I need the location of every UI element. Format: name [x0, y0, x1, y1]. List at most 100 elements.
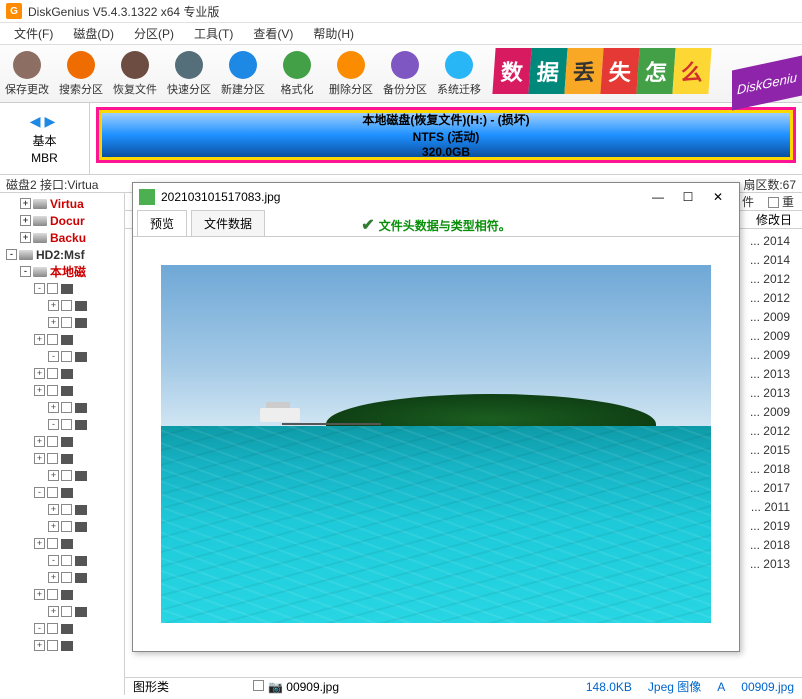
- tree-view[interactable]: +Virtua +Docur +Backu -HD2:Msf -本地磁 -+++…: [0, 193, 125, 695]
- checkbox-icon[interactable]: [61, 504, 72, 515]
- preview-title-bar[interactable]: 202103101517083.jpg — ☐ ✕: [133, 183, 739, 211]
- expand-icon[interactable]: -: [48, 555, 59, 566]
- checkbox-icon[interactable]: [768, 197, 779, 208]
- tool-format[interactable]: 格式化: [270, 47, 324, 101]
- tree-subitem[interactable]: +: [0, 569, 124, 586]
- tree-subitem[interactable]: +: [0, 365, 124, 382]
- tab-preview[interactable]: 预览: [137, 210, 187, 236]
- menu-tools[interactable]: 工具(T): [184, 23, 243, 44]
- tree-item-docur[interactable]: +Docur: [0, 212, 124, 229]
- tool-save[interactable]: 保存更改: [0, 47, 54, 101]
- checkbox-icon[interactable]: [47, 334, 58, 345]
- tree-subitem[interactable]: +: [0, 450, 124, 467]
- checkbox-icon[interactable]: [47, 385, 58, 396]
- checkbox-icon[interactable]: [47, 436, 58, 447]
- expand-icon[interactable]: +: [48, 504, 59, 515]
- expand-icon[interactable]: +: [20, 232, 31, 243]
- expand-icon[interactable]: +: [34, 385, 45, 396]
- expand-icon[interactable]: +: [34, 589, 45, 600]
- expand-icon[interactable]: +: [34, 538, 45, 549]
- checkbox-icon[interactable]: [47, 538, 58, 549]
- tree-subitem[interactable]: +: [0, 586, 124, 603]
- expand-icon[interactable]: +: [48, 402, 59, 413]
- tool-migrate[interactable]: 系统迁移: [432, 47, 486, 101]
- tree-subitem[interactable]: +: [0, 501, 124, 518]
- expand-icon[interactable]: +: [20, 198, 31, 209]
- tree-subitem[interactable]: -: [0, 552, 124, 569]
- tree-subitem[interactable]: +: [0, 297, 124, 314]
- tree-subitem[interactable]: +: [0, 331, 124, 348]
- checkbox-icon[interactable]: [61, 317, 72, 328]
- expand-icon[interactable]: -: [48, 419, 59, 430]
- expand-icon[interactable]: +: [34, 368, 45, 379]
- tree-subitem[interactable]: +: [0, 637, 124, 654]
- checkbox-icon[interactable]: [61, 300, 72, 311]
- collapse-icon[interactable]: -: [20, 266, 31, 277]
- checkbox-icon[interactable]: [47, 453, 58, 464]
- expand-icon[interactable]: +: [48, 572, 59, 583]
- tree-subitem[interactable]: +: [0, 467, 124, 484]
- tree-subitem[interactable]: +: [0, 603, 124, 620]
- tree-subitem[interactable]: -: [0, 280, 124, 297]
- expand-icon[interactable]: +: [20, 215, 31, 226]
- menu-disk[interactable]: 磁盘(D): [63, 23, 124, 44]
- tool-recover[interactable]: 恢复文件: [108, 47, 162, 101]
- checkbox-icon[interactable]: [61, 555, 72, 566]
- close-button[interactable]: ✕: [703, 185, 733, 209]
- tree-item-virtua[interactable]: +Virtua: [0, 195, 124, 212]
- expand-icon[interactable]: +: [34, 640, 45, 651]
- checkbox-icon[interactable]: [47, 589, 58, 600]
- col-dup[interactable]: 重: [768, 193, 794, 210]
- checkbox-icon[interactable]: [61, 606, 72, 617]
- tree-item-local[interactable]: -本地磁: [0, 263, 124, 280]
- file-row-selected[interactable]: 图形类 📷 00909.jpg 148.0KB Jpeg 图像 A 00909.…: [125, 677, 802, 695]
- expand-icon[interactable]: +: [34, 334, 45, 345]
- checkbox-icon[interactable]: [47, 283, 58, 294]
- expand-icon[interactable]: +: [48, 300, 59, 311]
- checkbox-icon[interactable]: [47, 487, 58, 498]
- checkbox-icon[interactable]: [61, 351, 72, 362]
- maximize-button[interactable]: ☐: [673, 185, 703, 209]
- tree-subitem[interactable]: +: [0, 314, 124, 331]
- tool-quick[interactable]: 快速分区: [162, 47, 216, 101]
- expand-icon[interactable]: +: [48, 470, 59, 481]
- tree-subitem[interactable]: +: [0, 433, 124, 450]
- tree-subitem[interactable]: +: [0, 518, 124, 535]
- expand-icon[interactable]: +: [48, 317, 59, 328]
- tree-subitem[interactable]: +: [0, 535, 124, 552]
- checkbox-icon[interactable]: [61, 470, 72, 481]
- menu-partition[interactable]: 分区(P): [124, 23, 184, 44]
- menu-file[interactable]: 文件(F): [4, 23, 63, 44]
- expand-icon[interactable]: +: [34, 436, 45, 447]
- tool-delete[interactable]: 删除分区: [324, 47, 378, 101]
- tool-search[interactable]: 搜索分区: [54, 47, 108, 101]
- collapse-icon[interactable]: -: [6, 249, 17, 260]
- checkbox-icon[interactable]: [253, 680, 264, 691]
- col-ext[interactable]: 件: [742, 193, 754, 210]
- menu-view[interactable]: 查看(V): [243, 23, 303, 44]
- tree-item-hd2[interactable]: -HD2:Msf: [0, 246, 124, 263]
- tool-new[interactable]: 新建分区: [216, 47, 270, 101]
- expand-icon[interactable]: +: [48, 521, 59, 532]
- checkbox-icon[interactable]: [47, 640, 58, 651]
- tree-subitem[interactable]: +: [0, 399, 124, 416]
- partition-bar[interactable]: 本地磁盘(恢复文件)(H:) - (损坏) NTFS (活动) 320.0GB: [96, 107, 796, 163]
- tree-subitem[interactable]: -: [0, 416, 124, 433]
- checkbox-icon[interactable]: [47, 623, 58, 634]
- expand-icon[interactable]: -: [34, 623, 45, 634]
- expand-icon[interactable]: +: [48, 606, 59, 617]
- disk-graph[interactable]: 本地磁盘(恢复文件)(H:) - (损坏) NTFS (活动) 320.0GB: [90, 103, 802, 174]
- tab-file-data[interactable]: 文件数据: [191, 210, 265, 236]
- menu-help[interactable]: 帮助(H): [303, 23, 364, 44]
- checkbox-icon[interactable]: [61, 402, 72, 413]
- checkbox-icon[interactable]: [61, 572, 72, 583]
- expand-icon[interactable]: -: [34, 487, 45, 498]
- minimize-button[interactable]: —: [643, 185, 673, 209]
- tree-item-backu[interactable]: +Backu: [0, 229, 124, 246]
- expand-icon[interactable]: -: [34, 283, 45, 294]
- tree-subitem[interactable]: -: [0, 620, 124, 637]
- tree-subitem[interactable]: -: [0, 484, 124, 501]
- checkbox-icon[interactable]: [47, 368, 58, 379]
- expand-icon[interactable]: -: [48, 351, 59, 362]
- checkbox-icon[interactable]: [61, 521, 72, 532]
